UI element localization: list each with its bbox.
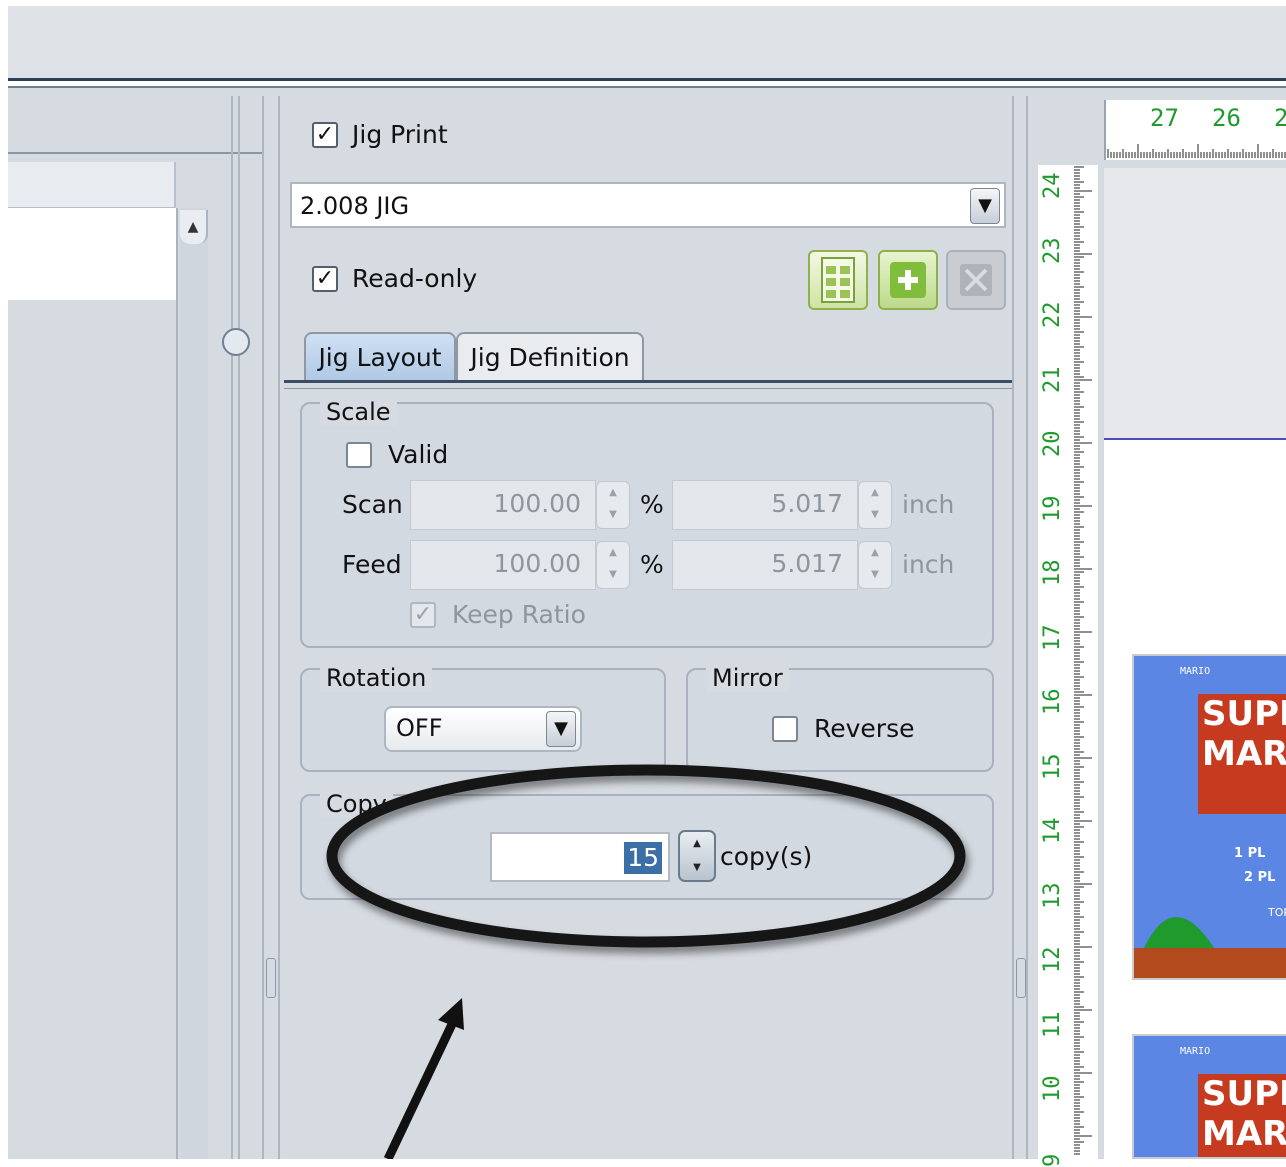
plus-icon [890,262,926,298]
scan-label: Scan [342,490,403,519]
close-icon [960,264,992,296]
ruler-h-label-26: 26 [1212,104,1241,132]
feed-label: Feed [342,550,402,579]
read-only-checkbox[interactable]: ✓ [312,266,338,292]
reverse-checkbox[interactable] [772,716,798,742]
new-layout-button[interactable] [808,250,868,310]
toolbar-divider [8,78,1286,81]
ruler-v-label: 18 [1040,559,1065,587]
ruler-v-label: 11 [1040,1011,1065,1038]
valid-label: Valid [388,440,449,469]
thumb2-title-box: SUPE MARI [1198,1074,1286,1157]
thumb2-title-line1: SUPE [1202,1074,1286,1114]
jig-print-checkbox[interactable]: ✓ [312,122,338,148]
scan-inch-spinner[interactable]: ▲ ▼ [858,481,892,529]
mirror-legend: Mirror [706,664,789,692]
column-separator[interactable] [174,162,176,208]
ruler-v-label: 13 [1040,882,1065,909]
keep-ratio-checkbox[interactable]: ✓ [410,602,436,628]
thumb2-mario-label: MARIO [1180,1046,1211,1057]
jig-item-thumbnail-2[interactable]: MARIO SUPE MARI [1132,1034,1286,1159]
ruler-v-label: 20 [1040,430,1065,458]
thumb-title-box: SUPE MARI [1198,694,1286,814]
read-only-label: Read-only [352,264,478,293]
rotation-legend: Rotation [320,664,433,692]
ruler-v-label: 14 [1040,817,1065,845]
thumb-hill-icon [1134,917,1286,978]
toolbar-area [8,6,1286,78]
reverse-label: Reverse [814,714,915,743]
valid-checkbox[interactable] [346,442,372,468]
ruler-v-label: 22 [1040,301,1065,329]
left-table-header[interactable] [8,162,176,208]
feed-inch-unit: inch [902,550,955,579]
ruler-h-label-27: 27 [1150,104,1179,132]
scan-percent-field[interactable]: 100.00 [410,480,596,530]
canvas-divider[interactable] [1012,96,1030,1159]
rotation-select-value: OFF [396,714,443,742]
ruler-v-label: 12 [1040,946,1065,974]
feed-percent-field[interactable]: 100.00 [410,540,596,590]
ruler-v-label: 16 [1040,688,1065,716]
tab-jig-definition[interactable]: Jig Definition [456,332,644,382]
scan-percent-unit: % [640,490,664,519]
tab-underline-secondary [284,388,1012,389]
feed-percent-unit: % [640,550,664,579]
tab-underline [284,380,1012,383]
jig-select[interactable]: 2.008 JIG ▼ [290,182,1006,228]
ruler-v-label: 15 [1040,753,1065,780]
vertical-ruler: 24 23 22 21 20 19 18 17 16 15 14 13 12 11 10 9 [1038,165,1098,1167]
horizontal-ruler: 27 26 2 [1104,100,1286,160]
canvas-jig-area[interactable] [1104,168,1286,440]
delete-button[interactable] [946,250,1006,310]
left-splitter[interactable] [229,96,243,1159]
annotation-arrow-icon [383,998,464,1159]
tab-jig-layout[interactable]: Jig Layout [304,332,456,382]
ruler-v-label: 17 [1040,624,1065,651]
ruler-v-label: 23 [1040,237,1065,264]
left-panel-header-strip [8,140,262,154]
jig-print-label: Jig Print [352,120,448,149]
ruler-v-ticks [1074,166,1092,1155]
scan-percent-spinner[interactable]: ▲ ▼ [596,481,630,529]
feed-inch-field[interactable]: 5.017 [672,540,858,590]
thumb-1p: 1 PL [1234,846,1266,861]
feed-inch-spinner[interactable]: ▲ ▼ [858,541,892,589]
middle-panel-left-divider[interactable] [262,96,282,1159]
left-scrollbar[interactable] [180,208,208,1159]
thumb2-title-line2: MARI [1202,1114,1286,1154]
ruler-v-label: 19 [1040,495,1065,522]
ruler-v-label: 9 [1040,1153,1065,1167]
ruler-v-label: 10 [1040,1075,1065,1103]
left-table-selected-row[interactable] [8,208,176,300]
left-table-border [176,208,178,1159]
ruler-h-ticks [1107,144,1286,158]
ruler-v-label: 21 [1040,366,1065,393]
add-button[interactable] [878,250,938,310]
scale-legend: Scale [320,398,397,426]
divider-grip-icon[interactable] [266,958,276,998]
scan-inch-field[interactable]: 5.017 [672,480,858,530]
jig-select-value: 2.008 JIG [300,192,410,220]
jig-item-thumbnail[interactable]: MARIO SUPE MARI 1 PL 2 PL TOP [1132,654,1286,980]
thumb-2p: 2 PL [1244,870,1276,885]
thumb-title-line1: SUPE [1202,694,1286,734]
scan-inch-unit: inch [902,490,955,519]
dropdown-arrow-icon[interactable]: ▼ [970,188,1000,224]
layout-grid-icon [821,257,855,303]
thumb-mario-label: MARIO [1180,666,1211,677]
ruler-h-label-25: 2 [1274,104,1286,132]
scroll-up-arrow-icon[interactable]: ▲ [180,210,208,244]
feed-percent-spinner[interactable]: ▲ ▼ [596,541,630,589]
canvas-divider-grip-icon[interactable] [1016,958,1026,998]
splitter-knob[interactable] [222,328,250,356]
ruler-v-label: 24 [1040,172,1065,200]
keep-ratio-label: Keep Ratio [452,600,586,629]
thumb-title-line2: MARI [1202,734,1286,774]
